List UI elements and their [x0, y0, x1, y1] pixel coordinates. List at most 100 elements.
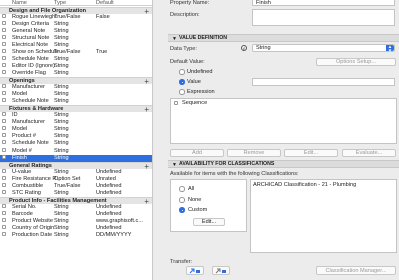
- column-header-name[interactable]: Name: [12, 0, 27, 6]
- default-value-field[interactable]: [252, 78, 395, 86]
- none-radio[interactable]: [179, 197, 185, 203]
- property-row[interactable]: Product # String: [0, 133, 152, 140]
- evaluate-button[interactable]: Evaluate...: [342, 149, 396, 157]
- property-row[interactable]: Schedule Note String: [0, 140, 152, 147]
- import-button[interactable]: [186, 266, 204, 275]
- property-row[interactable]: Production Date String DD/MM/YYYY: [0, 232, 152, 239]
- property-row[interactable]: Schedule Note String: [0, 98, 152, 105]
- row-checkbox[interactable]: [2, 55, 6, 60]
- row-checkbox[interactable]: [2, 126, 6, 131]
- row-checkbox[interactable]: [2, 91, 6, 96]
- availability-header[interactable]: ▼ AVAILABILITY FOR CLASSIFICATIONS: [168, 160, 399, 168]
- property-row[interactable]: Editor ID (Ignore) String: [0, 62, 152, 70]
- row-checkbox[interactable]: [2, 62, 6, 67]
- row-checkbox[interactable]: [2, 168, 6, 173]
- property-row[interactable]: Structural Note String: [0, 34, 152, 42]
- row-checkbox[interactable]: [2, 182, 6, 187]
- property-name: Override Flag: [12, 69, 46, 76]
- column-header-default[interactable]: Default: [96, 0, 114, 6]
- group-header-row[interactable]: Fixtures & Hardware +: [0, 105, 152, 114]
- row-checkbox[interactable]: [2, 119, 6, 124]
- property-row[interactable]: Model String: [0, 91, 152, 98]
- value-radio[interactable]: [179, 79, 185, 85]
- row-checkbox[interactable]: [2, 98, 6, 103]
- classification-manager-button[interactable]: Classification Manager...: [316, 266, 396, 275]
- row-checkbox[interactable]: [2, 154, 6, 159]
- property-row[interactable]: Manufacturer String: [0, 119, 152, 126]
- row-checkbox[interactable]: [2, 175, 6, 180]
- edit-classifications-button[interactable]: Edit...: [193, 218, 225, 226]
- property-row[interactable]: Electrical Note String: [0, 41, 152, 49]
- row-checkbox[interactable]: [2, 147, 6, 152]
- row-checkbox[interactable]: [2, 48, 6, 53]
- property-row[interactable]: Finish String: [0, 154, 152, 162]
- all-label: All: [188, 186, 195, 192]
- property-row[interactable]: Model # String: [0, 147, 152, 155]
- property-row[interactable]: Fire Resistance R... Option Set Unrated: [0, 175, 152, 183]
- column-header-type[interactable]: Type: [54, 0, 66, 6]
- row-checkbox[interactable]: [2, 13, 6, 18]
- info-icon[interactable]: i: [241, 45, 247, 51]
- property-default: www.graphisoft.c...: [96, 218, 143, 224]
- data-type-value: String: [256, 45, 271, 51]
- property-row[interactable]: Country of Origin String Undefined: [0, 225, 152, 232]
- classification-item[interactable]: ARCHICAD Classification - 21 - Plumbing: [253, 182, 356, 188]
- group-header-row[interactable]: Product Info - Facilities Management +: [0, 196, 152, 205]
- row-checkbox[interactable]: [2, 41, 6, 46]
- property-row[interactable]: U-value String Undefined: [0, 168, 152, 176]
- property-row[interactable]: Barcode String Undefined: [0, 210, 152, 218]
- property-row[interactable]: Serial No. String Undefined: [0, 203, 152, 211]
- group-header-row[interactable]: Design and File Organization +: [0, 6, 152, 15]
- group-header-row[interactable]: General Ratings +: [0, 161, 152, 170]
- row-checkbox[interactable]: [2, 140, 6, 145]
- chevron-updown-icon: ▲ ▼: [386, 44, 394, 53]
- property-row[interactable]: Model String: [0, 126, 152, 133]
- property-row[interactable]: Combustible True/False Undefined: [0, 182, 152, 190]
- property-row[interactable]: ID String: [0, 112, 152, 119]
- description-field[interactable]: [252, 9, 395, 26]
- transfer-label: Transfer:: [170, 259, 193, 265]
- expression-radio[interactable]: [179, 89, 185, 95]
- row-checkbox[interactable]: [2, 218, 6, 222]
- all-radio[interactable]: [179, 186, 185, 192]
- property-row[interactable]: Schedule Note String: [0, 55, 152, 63]
- property-row[interactable]: Manufacturer String: [0, 84, 152, 91]
- property-name: Schedule Note: [12, 98, 49, 105]
- data-type-select[interactable]: String ▲ ▼: [252, 44, 395, 52]
- property-row[interactable]: Override Flag String: [0, 69, 152, 77]
- row-checkbox[interactable]: [2, 189, 6, 194]
- property-row[interactable]: Product Website String www.graphisoft.c...: [0, 218, 152, 225]
- property-row[interactable]: General Note String: [0, 27, 152, 35]
- row-checkbox[interactable]: [2, 27, 6, 32]
- row-checkbox[interactable]: [2, 203, 6, 208]
- options-setup-button[interactable]: Options Setup...: [316, 58, 396, 66]
- remove-button[interactable]: Remove: [227, 149, 281, 157]
- undefined-radio[interactable]: [179, 69, 185, 75]
- property-name-field[interactable]: Finish: [252, 0, 395, 6]
- edit-sequence-button[interactable]: Edit...: [284, 149, 338, 157]
- row-checkbox[interactable]: [2, 20, 6, 25]
- row-checkbox[interactable]: [2, 210, 6, 215]
- row-checkbox[interactable]: [2, 225, 6, 230]
- row-checkbox[interactable]: [2, 84, 6, 89]
- add-button[interactable]: Add: [170, 149, 224, 157]
- row-checkbox[interactable]: [2, 112, 6, 117]
- row-checkbox[interactable]: [2, 232, 6, 237]
- sequence-list[interactable]: Sequence: [170, 98, 397, 144]
- row-checkbox[interactable]: [2, 34, 6, 39]
- export-button[interactable]: [212, 266, 230, 275]
- property-type: String: [54, 119, 69, 126]
- property-row[interactable]: Rogue Linewieght True/False False: [0, 13, 152, 21]
- row-checkbox[interactable]: [2, 69, 6, 74]
- group-header-row[interactable]: Openings +: [0, 77, 152, 86]
- sequence-checkbox[interactable]: [174, 101, 178, 105]
- property-row[interactable]: Design Criteria String: [0, 20, 152, 28]
- row-checkbox[interactable]: [2, 133, 6, 138]
- property-default: True: [96, 48, 108, 55]
- property-row[interactable]: STC Rating String Undefined: [0, 189, 152, 197]
- value-definition-header[interactable]: ▼ VALUE DEFINITION: [168, 34, 399, 42]
- custom-radio[interactable]: [179, 207, 185, 213]
- classifications-list[interactable]: ARCHICAD Classification - 21 - Plumbing: [250, 179, 397, 253]
- property-row[interactable]: Show on Schedule True/False True: [0, 48, 152, 56]
- availability-options-box: All None Custom Edit...: [170, 179, 247, 232]
